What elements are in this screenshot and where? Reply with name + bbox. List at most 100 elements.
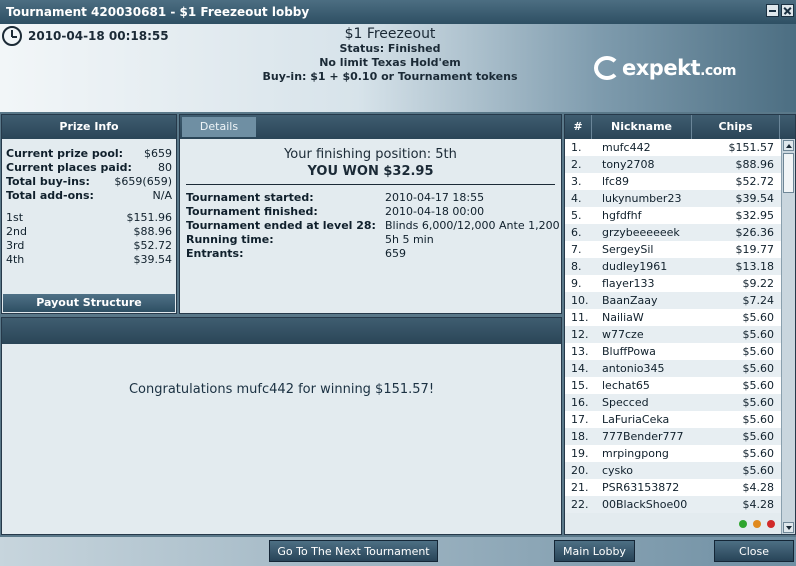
player-rank: 8. [571,260,582,273]
player-chips: $7.24 [742,294,775,307]
logo-swirl-icon [594,56,620,80]
finishing-position: Your finishing position: 5th [284,147,457,162]
detail-row: Tournament finished: 2010-04-18 00:00 [186,205,485,218]
next-tournament-button[interactable]: Go To The Next Tournament [269,540,438,562]
prize-place-row: 1st $151.96 [6,211,172,224]
green-light-icon [739,520,747,528]
player-row[interactable]: 19. mrpingpong $5.60 [565,445,795,462]
player-chips: $5.60 [742,379,775,392]
player-row[interactable]: 17. LaFuriaCeka $5.60 [565,411,795,428]
player-row[interactable]: 1. mufc442 $151.57 [565,139,795,156]
player-row[interactable]: 4. lukynumber23 $39.54 [565,190,795,207]
player-rank: 22. [571,498,589,511]
player-nickname: hgfdfhf [602,209,642,222]
player-nickname: BluffPowa [602,345,656,358]
player-rank: 21. [571,481,589,494]
player-row[interactable]: 7. SergeySil $19.77 [565,241,795,258]
detail-row: Entrants: 659 [186,247,406,260]
prize-place-row: 4th $39.54 [6,253,172,266]
details-divider [186,184,555,185]
player-chips: $52.72 [735,175,775,188]
nickname-column-header[interactable]: Nickname [592,115,692,139]
player-rank: 20. [571,464,589,477]
prize-place-row: 2nd $88.96 [6,225,172,238]
player-chips: $151.57 [728,141,775,154]
scroll-thumb[interactable] [783,153,794,193]
details-panel: Details Your finishing position: 5th YOU… [179,114,562,314]
player-rank: 12. [571,328,589,341]
player-chips: $19.77 [735,243,775,256]
player-rank: 6. [571,226,582,239]
player-chips: $39.54 [735,192,775,205]
player-nickname: flayer133 [602,277,655,290]
chips-column-header[interactable]: Chips [692,115,780,139]
bottom-action-bar: Go To The Next Tournament Main Lobby Clo… [0,537,796,566]
tab-details[interactable]: Details [182,117,256,137]
players-scrollbar[interactable] [781,139,795,534]
tournament-summary: $1 Freezeout Status: Finished No limit T… [200,26,580,84]
player-row[interactable]: 20. cysko $5.60 [565,462,795,479]
prize-pool-row: Current prize pool: $659 [6,147,172,160]
player-rank: 5. [571,209,582,222]
player-chips: $5.60 [742,430,775,443]
player-row[interactable]: 9. flayer133 $9.22 [565,275,795,292]
window-close-icon[interactable] [781,4,794,17]
minimize-icon[interactable] [766,4,779,17]
player-row[interactable]: 18. 777Bender777 $5.60 [565,428,795,445]
player-nickname: w77cze [602,328,644,341]
player-chips: $5.60 [742,311,775,324]
player-nickname: lfc89 [602,175,629,188]
places-paid-row: Current places paid: 80 [6,161,172,174]
player-row[interactable]: 22. 00BlackShoe00 $4.28 [565,496,795,513]
player-nickname: mufc442 [602,141,651,154]
player-row[interactable]: 11. NailiaW $5.60 [565,309,795,326]
scroll-up-icon[interactable] [783,140,794,151]
red-light-icon [767,520,775,528]
orange-light-icon [753,520,761,528]
player-nickname: lukynumber23 [602,192,682,205]
player-chips: $5.60 [742,396,775,409]
player-row[interactable]: 2. tony2708 $88.96 [565,156,795,173]
player-row[interactable]: 10. BaanZaay $7.24 [565,292,795,309]
player-row[interactable]: 3. lfc89 $52.72 [565,173,795,190]
tournament-header: 2010-04-18 00:18:55 $1 Freezeout Status:… [0,24,796,112]
prize-places-list: 1st $151.96 2nd $88.96 3rd $52.72 4th $39.54 [6,211,172,267]
player-row[interactable]: 5. hgfdfhf $32.95 [565,207,795,224]
player-nickname: mrpingpong [602,447,669,460]
player-chips: $13.18 [735,260,775,273]
player-chips: $5.60 [742,447,775,460]
player-chips: $4.28 [742,498,775,511]
player-rank: 11. [571,311,589,324]
detail-row: Tournament started: 2010-04-17 18:55 [186,191,485,204]
player-row[interactable]: 13. BluffPowa $5.60 [565,343,795,360]
prize-info-panel: Prize Info Current prize pool: $659 Curre… [1,114,177,314]
player-nickname: SergeySil [602,243,654,256]
tournament-buyin: Buy-in: $1 + $0.10 or Tournament tokens [262,70,518,83]
players-panel: # Nickname Chips 1. mufc442 $151.57 2. tony2… [564,114,796,535]
player-row[interactable]: 12. w77cze $5.60 [565,326,795,343]
total-buyins-row: Total buy-ins: $659(659) [6,175,172,188]
player-row[interactable]: 21. PSR63153872 $4.28 [565,479,795,496]
player-chips: $88.96 [735,158,775,171]
player-nickname: lechat65 [602,379,650,392]
player-chips: $4.28 [742,481,775,494]
player-rank: 4. [571,192,582,205]
player-nickname: Specced [602,396,649,409]
tournament-game: No limit Texas Hold'em [319,56,461,69]
close-button[interactable]: Close [714,540,794,562]
prize-place-row: 3rd $52.72 [6,239,172,252]
player-rank: 15. [571,379,589,392]
player-row[interactable]: 6. grzybeeeeeek $26.36 [565,224,795,241]
player-rank: 9. [571,277,582,290]
player-nickname: LaFuriaCeka [602,413,670,426]
scroll-down-icon[interactable] [783,522,794,533]
player-row[interactable]: 8. dudley1961 $13.18 [565,258,795,275]
tournament-name: $1 Freezeout [344,26,436,42]
player-row[interactable]: 16. Specced $5.60 [565,394,795,411]
rank-column-header[interactable]: # [565,115,592,139]
congratulations-panel-header [2,318,561,344]
payout-structure-button[interactable]: Payout Structure [3,294,175,312]
player-row[interactable]: 15. lechat65 $5.60 [565,377,795,394]
main-lobby-button[interactable]: Main Lobby [554,540,635,562]
player-row[interactable]: 14. antonio345 $5.60 [565,360,795,377]
